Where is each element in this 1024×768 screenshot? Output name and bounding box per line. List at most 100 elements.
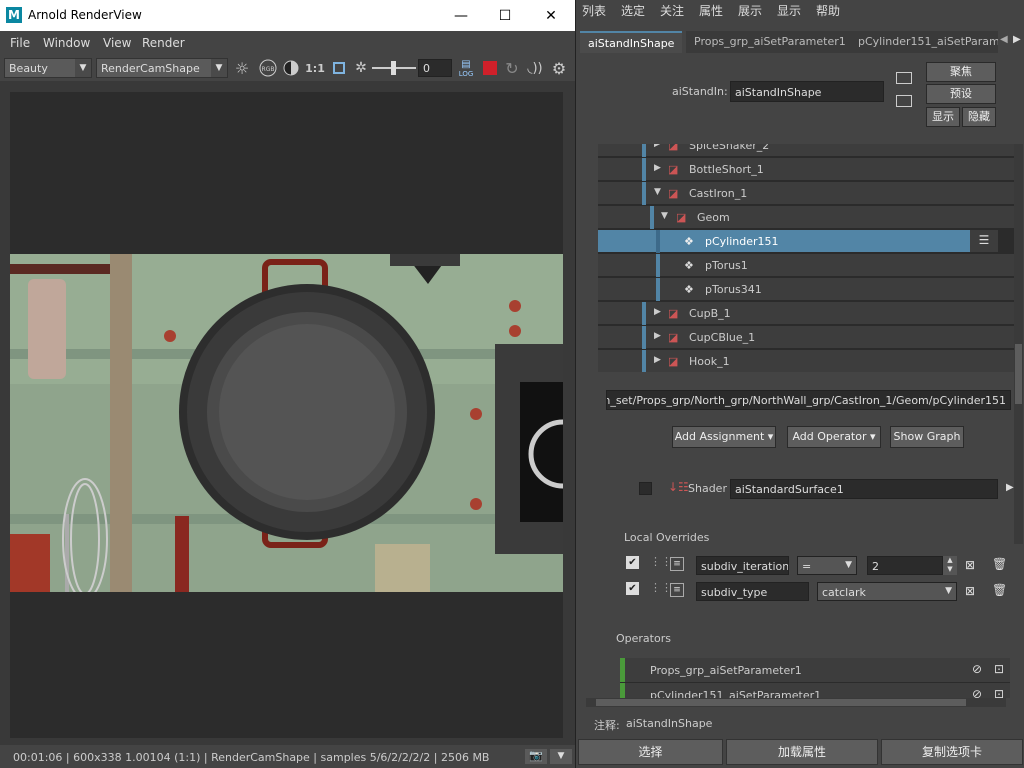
expand-icon[interactable]: ▶ (654, 331, 661, 341)
input-connection-icon[interactable] (896, 72, 912, 84)
tree-row[interactable]: ▼ ◪ CastIron_1 (598, 182, 1014, 205)
load-attributes-button[interactable]: 加载属性 (726, 739, 878, 765)
refresh-icon[interactable]: ↻ (503, 59, 521, 78)
scrollbar-thumb[interactable] (1015, 344, 1022, 404)
select-operator-icon[interactable]: ⊡ (994, 662, 1004, 676)
menu-show[interactable]: 展示 (738, 2, 762, 19)
tab-scroll-left-icon[interactable]: ◀ (1000, 34, 1008, 45)
show-graph-button[interactable]: Show Graph (890, 426, 964, 448)
tab-aistandinshape[interactable]: aiStandInShape (580, 31, 683, 53)
override-operator-select[interactable]: = ▼ (797, 556, 857, 575)
override-value-select[interactable]: catclark ▼ (817, 582, 957, 601)
select-operator-icon[interactable]: ⊡ (994, 687, 1004, 698)
procedural-hierarchy-tree[interactable]: ▶ ◪ SpiceShaker_2 ▶ ◪ BottleShort_1 ▼ ◪ … (598, 144, 1014, 372)
rgb-channel-button[interactable]: RGB (259, 59, 277, 77)
expand-icon[interactable]: ▶ (654, 355, 661, 365)
chevron-down-icon[interactable]: ▼ (550, 749, 572, 764)
add-assignment-button[interactable]: Add Assignment ▾ (672, 426, 776, 448)
value-stepper[interactable]: ▲ ▼ (943, 556, 957, 575)
expand-icon[interactable]: ▶ (654, 163, 661, 173)
trash-icon[interactable]: 🗑 (992, 557, 1007, 571)
close-button[interactable]: ✕ (528, 0, 574, 31)
add-operator-button[interactable]: Add Operator ▾ (787, 426, 881, 448)
override-type-icon[interactable]: ≡ (670, 583, 684, 597)
renderview-titlebar[interactable]: M Arnold RenderView — ☐ ✕ (0, 0, 575, 31)
render-viewport[interactable] (10, 92, 563, 738)
object-path-field[interactable]: /Kitchen_set/Props_grp/North_grp/NorthWa… (606, 390, 1011, 410)
vertical-scrollbar[interactable] (1014, 144, 1023, 544)
override-list-icon[interactable]: ☰ (970, 230, 998, 252)
menu-focus[interactable]: 关注 (660, 2, 684, 19)
collapse-icon[interactable]: ▼ (661, 211, 668, 221)
stop-render-icon[interactable] (481, 59, 499, 77)
disable-icon[interactable]: ⊘ (972, 662, 982, 676)
exposure-slider-handle[interactable] (391, 61, 396, 75)
tree-row-selected[interactable]: ❖ pCylinder151 (598, 230, 970, 253)
ipr-icon[interactable]: ◟)) (526, 59, 544, 77)
focus-button[interactable]: 聚焦 (926, 62, 996, 82)
menu-list[interactable]: 列表 (582, 2, 606, 19)
alpha-channel-icon[interactable] (282, 59, 300, 77)
gear-icon[interactable]: ⚙ (550, 59, 568, 78)
expand-icon[interactable]: ▶ (654, 144, 661, 149)
operator-row[interactable]: pCylinder151_aiSetParameter1 ⊘ ⊡ (620, 683, 1010, 698)
ratio-label[interactable]: 1:1 (304, 59, 326, 77)
drag-handle-icon[interactable]: ⋮⋮ (650, 555, 672, 568)
shader-field[interactable]: aiStandardSurface1 (730, 479, 998, 499)
override-value-field[interactable]: 2 (867, 556, 943, 575)
menu-attributes[interactable]: 属性 (699, 2, 723, 19)
menu-file[interactable]: File (10, 36, 30, 50)
maximize-button[interactable]: ☐ (482, 0, 528, 31)
output-connection-icon[interactable] (896, 95, 912, 107)
menu-view[interactable]: View (103, 36, 131, 50)
collapse-icon[interactable]: ▼ (654, 187, 661, 197)
tree-row[interactable]: ❖ pTorus1 (598, 254, 1014, 277)
disable-icon[interactable]: ⊘ (972, 687, 982, 698)
select-button[interactable]: 选择 (578, 739, 723, 765)
copy-tab-button[interactable]: 复制选项卡 (881, 739, 1023, 765)
preset-button[interactable]: 预设 (926, 84, 996, 104)
camera-select[interactable]: RenderCamShape ▼ (96, 58, 228, 78)
override-enable-checkbox[interactable]: ✔ (626, 582, 639, 595)
exposure-icon[interactable]: ✲ (352, 59, 370, 77)
snapshot-camera-icon[interactable]: 📷 (525, 749, 547, 764)
expand-icon[interactable]: ▶ (654, 307, 661, 317)
standin-name-field[interactable]: aiStandInShape (730, 81, 884, 102)
tab-scroll-right-icon[interactable]: ▶ (1013, 34, 1021, 45)
tree-row[interactable]: ❖ pTorus341 (598, 278, 1014, 301)
edit-override-icon[interactable]: ⊠ (965, 584, 975, 598)
minimize-button[interactable]: — (438, 0, 484, 31)
operators-list[interactable]: Props_grp_aiSetParameter1 ⊘ ⊡ pCylinder1… (620, 658, 1010, 698)
tab-props-grp-aisetparameter1[interactable]: Props_grp_aiSetParameter1 (686, 31, 854, 53)
override-enable-checkbox[interactable]: ✔ (626, 556, 639, 569)
tree-row[interactable]: ▶ ◪ CupCBlue_1 (598, 326, 1014, 349)
exposure-input[interactable]: 0 (418, 59, 452, 77)
log-icon[interactable]: ▤ LOG (457, 59, 475, 78)
operator-row[interactable]: Props_grp_aiSetParameter1 ⊘ ⊡ (620, 658, 1010, 682)
tab-pcylinder151-aisetparameter[interactable]: pCylinder151_aiSetParamet (850, 31, 998, 53)
show-button[interactable]: 显示 (926, 107, 960, 127)
aov-select[interactable]: Beauty ▼ (4, 58, 92, 78)
hide-button[interactable]: 隐藏 (962, 107, 996, 127)
edit-override-icon[interactable]: ⊠ (965, 558, 975, 572)
override-name-field[interactable]: subdiv_type (696, 582, 809, 601)
menu-display[interactable]: 显示 (777, 2, 801, 19)
shader-enable-checkbox[interactable] (639, 482, 652, 495)
tree-row[interactable]: ▶ ◪ BottleShort_1 (598, 158, 1014, 181)
drag-handle-icon[interactable]: ⋮⋮ (650, 581, 672, 594)
override-name-field[interactable]: subdiv_iterations (696, 556, 789, 575)
menu-selected[interactable]: 选定 (621, 2, 645, 19)
shader-navigate-icon[interactable]: ▶ (1006, 482, 1014, 493)
scrollbar-thumb[interactable] (596, 699, 966, 706)
override-type-icon[interactable]: ≡ (670, 557, 684, 571)
trash-icon[interactable]: 🗑 (992, 583, 1007, 597)
horizontal-scrollbar[interactable] (586, 698, 1006, 707)
crop-region-icon[interactable] (330, 59, 348, 77)
sun-icon[interactable]: ☼ (233, 59, 251, 78)
menu-render[interactable]: Render (142, 36, 185, 50)
tree-row[interactable]: ▶ ◪ SpiceShaker_2 (598, 144, 1014, 157)
tree-row[interactable]: ▼ ◪ Geom (598, 206, 1014, 229)
menu-window[interactable]: Window (43, 36, 90, 50)
tree-row[interactable]: ▶ ◪ Hook_1 (598, 350, 1014, 372)
menu-help[interactable]: 帮助 (816, 2, 840, 19)
